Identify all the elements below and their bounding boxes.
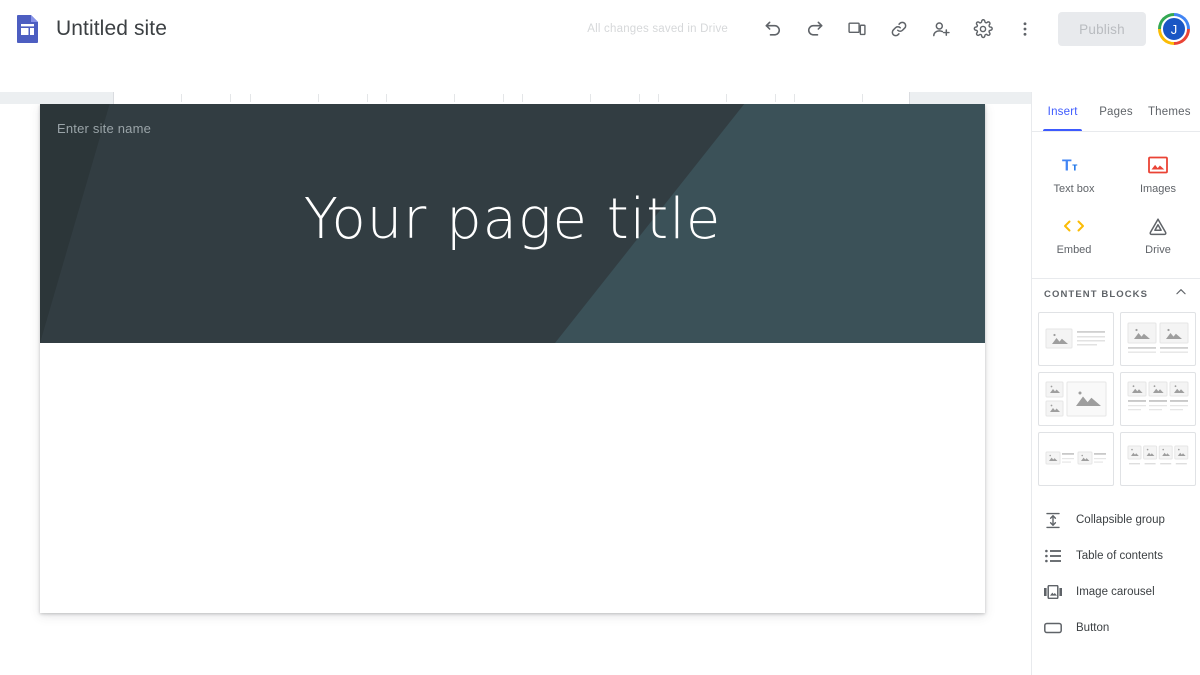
redo-icon	[805, 19, 825, 39]
avatar[interactable]: J	[1158, 13, 1190, 45]
google-drive-icon	[1148, 215, 1168, 237]
header-actions: All changes saved in Drive Publish J	[587, 0, 1200, 58]
embed-code-icon	[1062, 215, 1086, 237]
content-blocks-title: CONTENT BLOCKS	[1044, 289, 1149, 300]
editor-canvas: Enter site name Your page title	[0, 104, 1031, 675]
undo-icon	[763, 19, 783, 39]
site-title[interactable]: Untitled site	[56, 17, 167, 41]
avatar-initial: J	[1161, 16, 1187, 42]
page-banner[interactable]: Enter site name Your page title	[40, 104, 985, 343]
tab-themes[interactable]: Themes	[1143, 92, 1196, 131]
insert-button[interactable]: Button	[1032, 610, 1200, 646]
canvas-ruler	[0, 92, 1031, 104]
insert-sidebar: Insert Pages Themes T т Text box Images …	[1031, 92, 1200, 675]
page-body[interactable]	[40, 343, 985, 613]
image-carousel-label: Image carousel	[1076, 586, 1155, 598]
chevron-up-icon[interactable]	[1174, 285, 1188, 304]
insert-embed[interactable]: Embed	[1032, 207, 1116, 268]
insert-items-grid: T т Text box Images Embed Drive	[1032, 132, 1200, 278]
image-carousel-icon	[1044, 585, 1062, 599]
table-of-contents-icon	[1044, 549, 1062, 563]
ruler-track[interactable]	[113, 92, 910, 104]
content-blocks-header[interactable]: CONTENT BLOCKS	[1032, 278, 1200, 310]
text-box-icon: T т	[1062, 154, 1086, 176]
google-sites-logo-icon	[16, 14, 40, 44]
link-icon	[889, 19, 909, 39]
collapsible-group-label: Collapsible group	[1076, 514, 1165, 526]
table-of-contents-label: Table of contents	[1076, 550, 1163, 562]
save-status: All changes saved in Drive	[587, 23, 728, 35]
redo-button[interactable]	[797, 11, 833, 47]
insert-embed-label: Embed	[1056, 244, 1092, 256]
button-label: Button	[1076, 622, 1110, 634]
insert-text-box-label: Text box	[1053, 183, 1095, 195]
content-blocks-grid	[1032, 310, 1200, 496]
insert-drive-label: Drive	[1145, 244, 1171, 256]
gear-icon	[973, 19, 993, 39]
preview-button[interactable]	[839, 11, 875, 47]
page-title-text[interactable]: Your page title	[40, 104, 985, 343]
block-three-images-with-text[interactable]	[1120, 372, 1196, 426]
copy-link-button[interactable]	[881, 11, 917, 47]
share-button[interactable]	[923, 11, 959, 47]
settings-button[interactable]	[965, 11, 1001, 47]
svg-text:т: т	[1072, 162, 1078, 174]
google-sites-editor: Untitled site All changes saved in Drive	[0, 0, 1200, 675]
more-options-button[interactable]	[1007, 11, 1043, 47]
sidebar-tabs: Insert Pages Themes	[1032, 92, 1200, 132]
app-header: Untitled site All changes saved in Drive	[0, 0, 1200, 58]
insert-drive[interactable]: Drive	[1116, 207, 1200, 268]
logo-container[interactable]	[0, 14, 56, 44]
tab-insert[interactable]: Insert	[1036, 92, 1089, 131]
collapsible-group-icon	[1044, 512, 1062, 529]
insert-collapsible-group[interactable]: Collapsible group	[1032, 502, 1200, 538]
person-add-icon	[931, 19, 952, 40]
preview-device-icon	[847, 19, 867, 39]
insert-table-of-contents[interactable]: Table of contents	[1032, 538, 1200, 574]
block-image-left-text-right[interactable]	[1038, 312, 1114, 366]
insert-image-carousel[interactable]: Image carousel	[1032, 574, 1200, 610]
insert-images[interactable]: Images	[1116, 146, 1200, 207]
svg-text:T: T	[1062, 158, 1072, 174]
insert-widgets-list: Collapsible group Table of contents Imag…	[1032, 496, 1200, 646]
tab-pages[interactable]: Pages	[1089, 92, 1142, 131]
more-vert-icon	[1016, 20, 1034, 38]
block-two-image-text-pairs[interactable]	[1038, 432, 1114, 486]
block-two-small-images-one-large[interactable]	[1038, 372, 1114, 426]
insert-images-label: Images	[1139, 183, 1177, 195]
undo-button[interactable]	[755, 11, 791, 47]
publish-button[interactable]: Publish	[1058, 12, 1146, 46]
page-sheet: Enter site name Your page title	[40, 104, 985, 613]
image-icon	[1148, 154, 1168, 176]
block-two-images-with-captions[interactable]	[1120, 312, 1196, 366]
insert-text-box[interactable]: T т Text box	[1032, 146, 1116, 207]
button-icon	[1044, 622, 1062, 634]
block-four-images-with-captions[interactable]	[1120, 432, 1196, 486]
